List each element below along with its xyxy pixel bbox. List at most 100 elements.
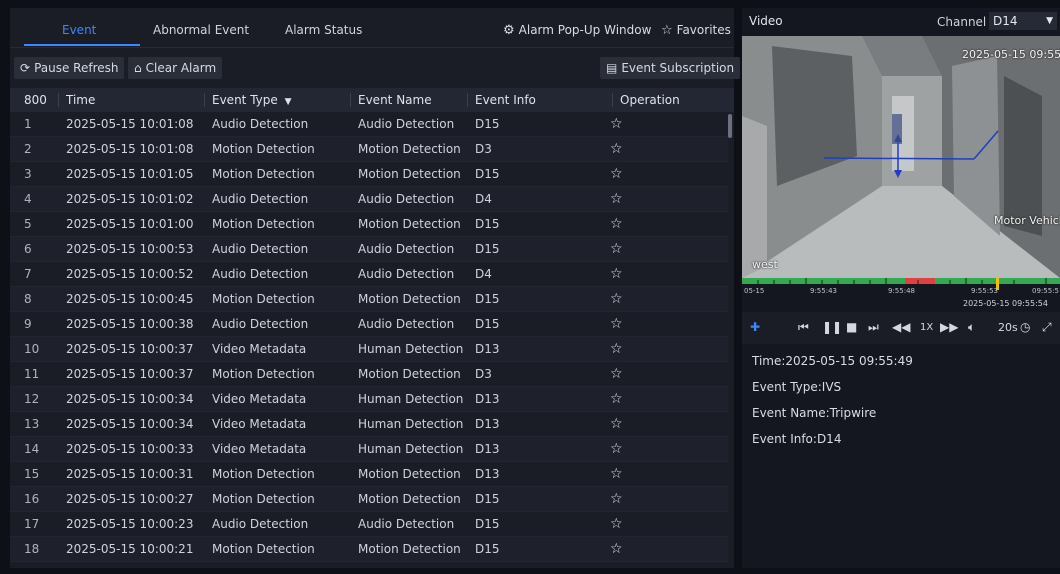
table-row[interactable]: 13 2025-05-15 10:00:34 Video Metadata Human… <box>10 412 728 437</box>
timeline-label: 9:55:43 <box>810 287 837 295</box>
row-index: 6 <box>24 242 32 256</box>
row-event-type: Audio Detection <box>212 117 309 131</box>
channel-value: D14 <box>993 14 1018 28</box>
row-event-info: D15 <box>475 492 500 506</box>
favorite-star-icon[interactable]: ☆ <box>610 362 623 387</box>
row-index: 10 <box>24 342 40 356</box>
column-divider[interactable] <box>58 93 59 107</box>
favorite-star-icon[interactable]: ☆ <box>610 537 623 562</box>
favorites-button[interactable]: ☆ Favorites <box>661 8 731 48</box>
tab-abnormal-event[interactable]: Abnormal Event <box>153 8 249 48</box>
tab-event[interactable]: Event <box>62 8 96 48</box>
timeline-cursor-time: 2025-05-15 09:55:54 <box>963 299 1048 308</box>
playback-timeline[interactable]: 05-15 9:55:43 9:55:48 9:55:53 09:55:5 20… <box>742 278 1060 312</box>
row-event-type: Audio Detection <box>212 242 309 256</box>
row-event-info: D4 <box>475 192 492 206</box>
table-row[interactable]: 14 2025-05-15 10:00:33 Video Metadata Human… <box>10 437 728 462</box>
favorite-star-icon[interactable]: ☆ <box>610 387 623 412</box>
row-event-name: Motion Detection <box>358 467 461 481</box>
video-player[interactable]: 2025-05-15 09:55:54 Motor Vehicle west <box>742 36 1060 278</box>
favorite-star-icon[interactable]: ☆ <box>610 287 623 312</box>
row-index: 8 <box>24 292 32 306</box>
table-row[interactable]: 15 2025-05-15 10:00:31 Motion Detection Mot… <box>10 462 728 487</box>
favorite-star-icon[interactable]: ☆ <box>610 162 623 187</box>
table-row[interactable]: 7 2025-05-15 10:00:52 Audio Detection Audio… <box>10 262 728 287</box>
favorite-star-icon[interactable]: ☆ <box>610 337 623 362</box>
channel-select[interactable]: D14 ▼ <box>989 12 1057 30</box>
column-divider[interactable] <box>467 93 468 107</box>
row-event-type: Motion Detection <box>212 142 315 156</box>
table-row[interactable]: 4 2025-05-15 10:01:02 Audio Detection Audio… <box>10 187 728 212</box>
stop-icon[interactable]: ■ <box>846 320 857 334</box>
playback-controls: ✚ ⏮ ❚❚ ■ ⏭ ◀◀ 1X ▶▶ 🔈︎ 20s ◷ ⤢ <box>742 312 1060 344</box>
favorite-star-icon[interactable]: ☆ <box>610 112 623 137</box>
tab-alarm-status[interactable]: Alarm Status <box>285 8 362 48</box>
table-row[interactable]: 1 2025-05-15 10:01:08 Audio Detection Audio… <box>10 112 728 137</box>
fast-forward-icon[interactable]: ▶▶ <box>940 320 958 334</box>
row-index: 7 <box>24 267 32 281</box>
volume-icon[interactable]: 🔈︎ <box>968 320 975 335</box>
favorite-star-icon[interactable]: ☆ <box>610 462 623 487</box>
favorite-star-icon[interactable]: ☆ <box>610 137 623 162</box>
event-subscription-button[interactable]: ▤ Event Subscription <box>600 57 741 79</box>
favorite-star-icon[interactable]: ☆ <box>610 212 623 237</box>
column-divider[interactable] <box>612 93 613 107</box>
alarm-popup-window-button[interactable]: ⚙ Alarm Pop-Up Window <box>503 8 651 48</box>
fullscreen-icon[interactable]: ⤢ <box>1042 320 1052 335</box>
row-event-info: D15 <box>475 217 500 231</box>
table-row[interactable]: 12 2025-05-15 10:00:34 Video Metadata Human… <box>10 387 728 412</box>
row-event-info: D4 <box>475 267 492 281</box>
pause-icon[interactable]: ❚❚ <box>822 320 842 334</box>
favorite-star-icon[interactable]: ☆ <box>610 437 623 462</box>
row-time: 2025-05-15 10:01:05 <box>66 167 194 181</box>
clear-alarm-button[interactable]: ⌂ Clear Alarm <box>128 57 223 79</box>
table-row[interactable]: 5 2025-05-15 10:01:00 Motion Detection Moti… <box>10 212 728 237</box>
row-time: 2025-05-15 10:00:21 <box>66 542 194 556</box>
osd-label-left: west <box>752 258 778 271</box>
table-row[interactable]: 8 2025-05-15 10:00:45 Motion Detection Moti… <box>10 287 728 312</box>
header-event-type[interactable]: Event Type ▼ <box>212 88 292 112</box>
row-index: 5 <box>24 217 32 231</box>
row-event-type: Motion Detection <box>212 167 315 181</box>
favorite-star-icon[interactable]: ☆ <box>610 237 623 262</box>
favorite-star-icon[interactable]: ☆ <box>610 487 623 512</box>
column-divider[interactable] <box>350 93 351 107</box>
clear-alarm-label: Clear Alarm <box>145 61 217 75</box>
chevron-down-icon: ▼ <box>1046 16 1053 26</box>
table-row[interactable]: 17 2025-05-15 10:00:23 Audio Detection Audi… <box>10 512 728 537</box>
row-event-type: Video Metadata <box>212 342 307 356</box>
row-index: 18 <box>24 542 40 556</box>
favorite-star-icon[interactable]: ☆ <box>610 262 623 287</box>
scrollbar-track[interactable] <box>728 112 732 568</box>
osd-label-right: Motor Vehicle <box>994 214 1060 227</box>
scrollbar-thumb[interactable] <box>728 114 732 138</box>
favorite-star-icon[interactable]: ☆ <box>610 187 623 212</box>
table-row[interactable]: 11 2025-05-15 10:00:37 Motion Detection Mot… <box>10 362 728 387</box>
table-row[interactable]: 3 2025-05-15 10:01:05 Motion Detection Moti… <box>10 162 728 187</box>
table-row[interactable]: 18 2025-05-15 10:00:21 Motion Detection Mot… <box>10 537 728 562</box>
favorite-star-icon[interactable]: ☆ <box>610 312 623 337</box>
filter-icon[interactable]: ▼ <box>285 97 292 107</box>
rewind-icon[interactable]: ◀◀ <box>892 320 910 334</box>
pin-icon[interactable]: ✚ <box>750 320 760 334</box>
header-event-info: Event Info <box>475 93 536 107</box>
table-row[interactable]: 6 2025-05-15 10:00:53 Audio Detection Audio… <box>10 237 728 262</box>
skip-start-icon[interactable]: ⏮ <box>798 320 809 335</box>
table-row[interactable]: 2 2025-05-15 10:01:08 Motion Detection Moti… <box>10 137 728 162</box>
skip-end-icon[interactable]: ⏭ <box>868 320 879 335</box>
column-divider[interactable] <box>204 93 205 107</box>
clip-length[interactable]: 20s <box>998 321 1018 334</box>
osd-timestamp: 2025-05-15 09:55:54 <box>962 48 1060 61</box>
pause-refresh-button[interactable]: ⟳ Pause Refresh <box>14 57 125 79</box>
table-row[interactable]: 16 2025-05-15 10:00:27 Motion Detection Mot… <box>10 487 728 512</box>
row-event-info: D15 <box>475 117 500 131</box>
clock-icon[interactable]: ◷ <box>1020 320 1030 334</box>
table-row[interactable]: 10 2025-05-15 10:00:37 Video Metadata Human… <box>10 337 728 362</box>
alarm-clear-icon: ⌂ <box>134 61 142 75</box>
table-body: 1 2025-05-15 10:01:08 Audio Detection Audio… <box>10 112 734 562</box>
row-index: 15 <box>24 467 40 481</box>
table-header: 800 Time Event Type ▼ Event Name Event I… <box>10 88 734 112</box>
favorite-star-icon[interactable]: ☆ <box>610 412 623 437</box>
favorite-star-icon[interactable]: ☆ <box>610 512 623 537</box>
table-row[interactable]: 9 2025-05-15 10:00:38 Audio Detection Audio… <box>10 312 728 337</box>
